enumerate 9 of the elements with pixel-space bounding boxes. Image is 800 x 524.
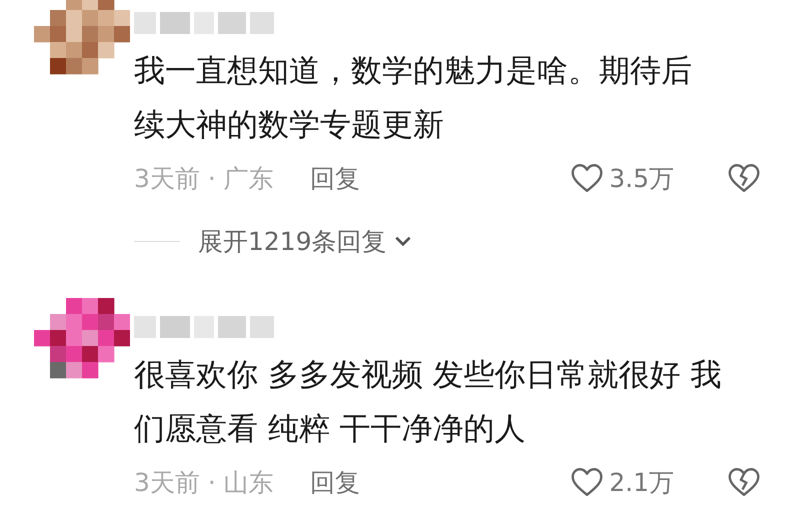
comment-meta: 3天前 · 山东	[134, 466, 274, 498]
like-count: 3.5万	[609, 162, 674, 194]
comment-text: 我一直想知道，数学的魅力是啥。期待后 续大神的数学专题更新	[134, 52, 693, 145]
reply-link[interactable]: 回复	[310, 162, 360, 194]
comment-meta: 3天前 · 广东	[134, 162, 274, 194]
reply-link[interactable]: 回复	[310, 466, 360, 498]
like-count: 2.1万	[609, 466, 674, 498]
expand-replies-link[interactable]: 展开1219条回复	[198, 224, 413, 258]
comment-text: 很喜欢你 多多发视频 发些你日常就很好 我 们愿意看 纯粹 干干净净的人	[134, 356, 723, 449]
